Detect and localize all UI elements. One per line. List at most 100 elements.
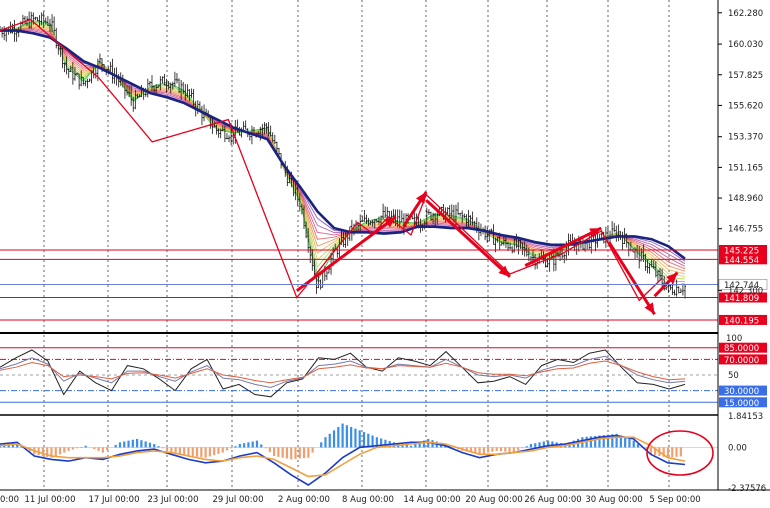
price-tick-label: 162.280: [728, 9, 763, 19]
macd-tick-label: 1.84153: [728, 412, 763, 422]
rsi-level-label: 70.0000: [724, 356, 759, 366]
macd-histogram-bar: [187, 447, 190, 456]
macd-histogram-bar: [97, 447, 100, 451]
macd-histogram-bar: [324, 437, 327, 448]
rsi-panel: 10085.0000 70.0000 50 30.0000 15.0000: [0, 334, 767, 409]
macd-histogram-bar: [534, 443, 537, 448]
macd-histogram-bar: [632, 440, 635, 448]
macd-histogram-bar: [230, 447, 233, 449]
price-tick-label: 155.620: [728, 101, 763, 111]
macd-histogram-bar: [67, 447, 70, 451]
macd-histogram-bar: [508, 447, 511, 453]
x-tick-label: 20 Aug 00:00: [465, 495, 522, 505]
price-tick-label: 160.030: [728, 40, 763, 50]
macd-histogram-bar: [183, 447, 186, 456]
macd-histogram-bar: [666, 447, 670, 458]
macd-histogram-bar: [294, 447, 297, 459]
macd-histogram-bar: [71, 447, 74, 450]
macd-histogram-bar: [341, 423, 344, 448]
macd-histogram-bar: [204, 447, 207, 458]
macd-histogram-bar: [499, 447, 503, 452]
macd-histogram-bar: [200, 447, 203, 458]
macd-histogram-bar: [332, 430, 336, 448]
macd-histogram-bar: [165, 447, 169, 451]
macd-histogram-bar: [225, 447, 229, 451]
price-tick-label: 146.755: [728, 225, 763, 235]
macd-histogram-bar: [54, 447, 57, 456]
macd-histogram-bar: [328, 433, 331, 448]
macd-histogram-bar: [268, 447, 271, 453]
macd-tick-label: 0.00: [728, 443, 747, 453]
macd-histogram-bar: [247, 442, 250, 448]
macd-histogram-bar: [337, 426, 340, 448]
price-tick-label: 151.165: [728, 163, 763, 173]
x-tick-label: 26 Aug 00:00: [524, 495, 581, 505]
macd-histogram-bar: [106, 447, 109, 451]
macd-histogram-bar: [679, 447, 682, 457]
rsi-level-label: 30.0000: [724, 387, 759, 397]
macd-histogram-bar: [238, 444, 241, 448]
macd-histogram-bar: [529, 444, 533, 448]
rsi-line: [0, 360, 686, 384]
x-tick-label: 5 Sep 00:00: [649, 495, 700, 505]
macd-histogram-bar: [367, 433, 370, 448]
ribbon-line: [0, 20, 686, 286]
macd-histogram-bar: [350, 426, 353, 448]
macd-histogram-bar: [41, 447, 45, 456]
x-tick-label: 29 Jul 00:00: [213, 495, 264, 505]
macd-histogram-bar: [127, 440, 130, 448]
macd-histogram-bar: [178, 447, 182, 455]
macd-histogram-bar: [285, 447, 289, 459]
rsi-level-label: 15.0000: [724, 399, 759, 409]
macd-histogram-bar: [221, 447, 224, 453]
macd-histogram-bar: [521, 447, 524, 449]
macd-histogram-bar: [191, 447, 194, 457]
price-tick-label: 148.960: [728, 194, 763, 204]
macd-histogram-bar: [136, 438, 139, 448]
macd-histogram-bar: [281, 447, 284, 458]
price-panel: 145.225144.554141.809140.195142.744: [0, 11, 768, 326]
rsi-tick-label: 100: [726, 334, 742, 344]
macd-histogram-bar: [290, 447, 293, 460]
macd-histogram-bar: [478, 447, 481, 455]
macd-histogram-bar: [675, 447, 678, 457]
price-tick-label: 142.300: [728, 287, 763, 297]
macd-histogram-bar: [311, 447, 314, 453]
macd-histogram-bar: [195, 447, 199, 457]
price-levels: 145.225144.554141.809140.195142.744: [0, 244, 768, 326]
macd-histogram-bar: [260, 444, 263, 448]
macd-histogram-bar: [517, 447, 520, 451]
x-tick-label: 14 Aug 00:00: [403, 495, 460, 505]
macd-histogram-bar: [298, 447, 301, 459]
price-tick-label: 153.370: [728, 133, 763, 143]
rsi-line: [0, 355, 686, 389]
macd-histogram-bar: [320, 442, 323, 448]
x-tick-label: 2 Aug 00:00: [278, 495, 330, 505]
macd-histogram-bar: [624, 437, 627, 448]
macd-histogram-bar: [144, 441, 147, 448]
rsi-level-label: 50: [728, 371, 739, 381]
macd-histogram-bar: [255, 440, 259, 448]
macd-histogram-bar: [208, 447, 211, 457]
price-level-label: 140.195: [724, 316, 759, 326]
price-tick-label: 157.825: [728, 71, 763, 81]
macd-histogram-bar: [84, 445, 87, 448]
ma-ribbon: [0, 20, 686, 286]
macd-histogram-bar: [273, 447, 276, 456]
macd-histogram-bar: [307, 447, 310, 458]
macd-histogram-bar: [414, 444, 417, 448]
x-tick-label: 8 Aug 00:00: [342, 495, 394, 505]
macd-histogram-bar: [243, 443, 246, 448]
macd-histogram-bar: [161, 447, 164, 449]
macd-histogram-bar: [63, 447, 66, 453]
macd-histogram-bar: [153, 444, 156, 448]
macd-histogram-bar: [251, 441, 254, 448]
macd-histogram-bar: [93, 447, 96, 450]
macd-histogram-bar: [491, 447, 494, 452]
macd-histogram-bar: [76, 447, 79, 449]
macd-histogram-bar: [213, 447, 216, 456]
x-tick-label: 0:00: [0, 495, 19, 505]
price-level-label: 144.554: [724, 256, 759, 266]
macd-histogram-bar: [234, 446, 237, 448]
macd-histogram-bar: [114, 444, 117, 448]
